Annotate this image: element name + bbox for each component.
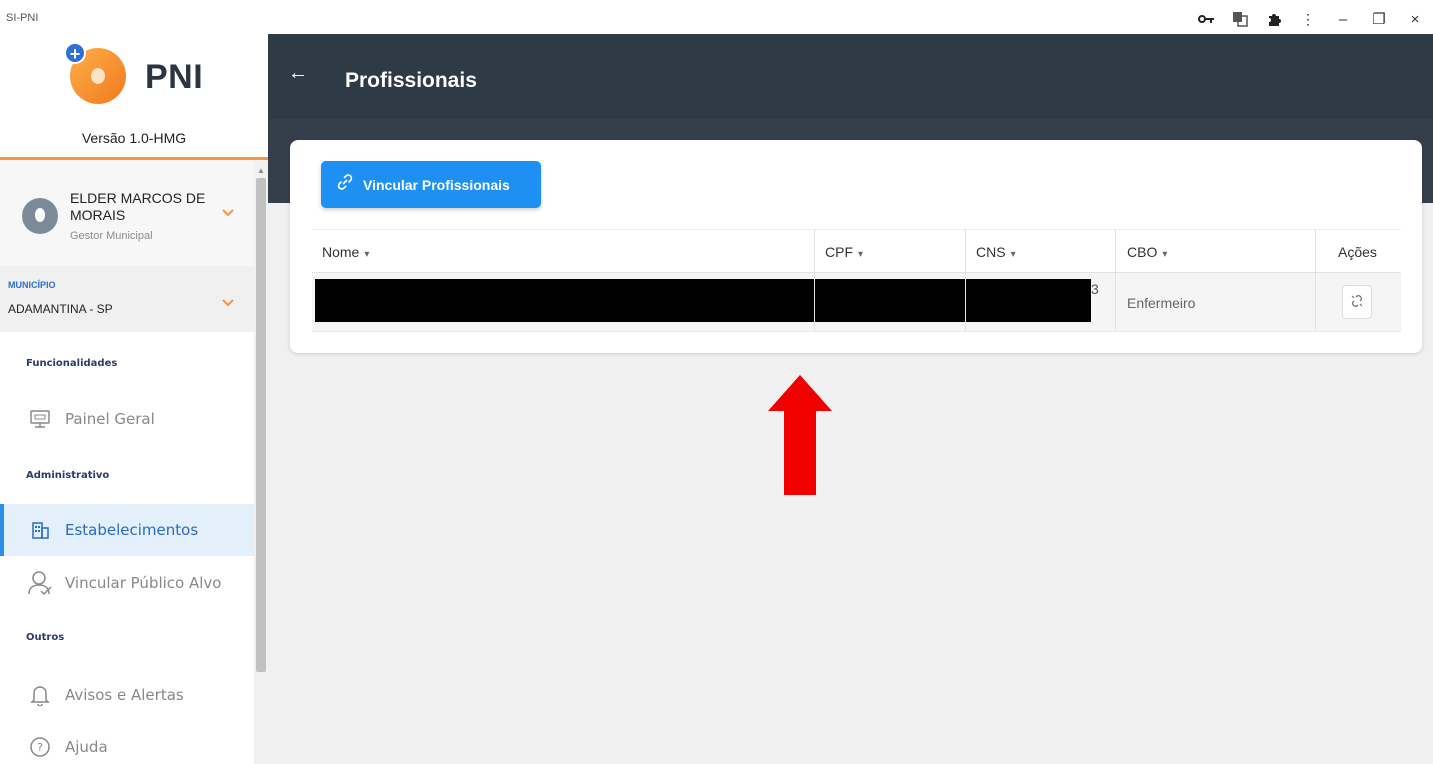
key-icon[interactable] bbox=[1189, 7, 1223, 31]
section-funcionalidades: Funcionalidades bbox=[26, 358, 118, 369]
avatar bbox=[22, 198, 58, 234]
sidebar-item-label: Ajuda bbox=[65, 738, 108, 756]
window-titlebar: SI-PNI ⋮ – ❐ × bbox=[0, 0, 1433, 34]
sidebar-item-label: Vincular Público Alvo bbox=[65, 574, 222, 592]
chevron-down-icon[interactable] bbox=[222, 294, 234, 310]
column-header-cns[interactable]: CNS ▾ bbox=[976, 244, 1016, 260]
button-label: Vincular Profissionais bbox=[363, 176, 510, 193]
column-header-nome[interactable]: Nome ▾ bbox=[322, 244, 369, 260]
chevron-down-icon[interactable] bbox=[222, 204, 234, 220]
column-divider bbox=[965, 229, 966, 332]
logo-area: + PNI Versão 1.0-HMG bbox=[0, 34, 268, 160]
building-icon bbox=[27, 517, 53, 543]
sidebar-item-ajuda[interactable]: ? Ajuda bbox=[0, 722, 254, 764]
sort-icon: ▾ bbox=[1162, 249, 1168, 260]
monitor-icon bbox=[27, 406, 53, 432]
column-divider bbox=[814, 229, 815, 332]
municipio-label: MUNICÍPIO bbox=[8, 280, 56, 290]
sidebar-item-label: Painel Geral bbox=[65, 410, 155, 428]
user-name: ELDER MARCOS DE MORAIS bbox=[70, 190, 206, 223]
vincular-profissionais-button[interactable]: Vincular Profissionais bbox=[321, 161, 541, 208]
user-role: Gestor Municipal bbox=[70, 230, 153, 242]
unlink-button[interactable] bbox=[1342, 285, 1372, 319]
unlink-icon bbox=[1350, 294, 1364, 311]
column-header-cpf[interactable]: CPF ▾ bbox=[825, 244, 863, 260]
sidebar-item-estabelecimentos[interactable]: Estabelecimentos bbox=[0, 504, 254, 556]
cns-fragment: 3 bbox=[1091, 281, 1099, 297]
user-menu[interactable]: ELDER MARCOS DE MORAIS Gestor Municipal bbox=[0, 160, 254, 266]
window-title: SI-PNI bbox=[6, 12, 39, 24]
column-divider bbox=[1315, 229, 1316, 332]
plus-badge-icon: + bbox=[64, 42, 86, 64]
sort-icon: ▾ bbox=[858, 249, 864, 260]
table-row: 3 Enfermeiro bbox=[312, 273, 1401, 332]
bell-icon bbox=[27, 682, 53, 708]
municipio-selector[interactable]: MUNICÍPIO ADAMANTINA - SP bbox=[0, 266, 254, 332]
sidebar: + PNI Versão 1.0-HMG ▲ ELDER MARCOS DE M… bbox=[0, 34, 268, 764]
profissionais-table: Nome ▾ CPF ▾ CNS ▾ CBO ▾ Ações 3 Enfermeiro bbox=[312, 229, 1401, 332]
sidebar-item-vincular-publico-alvo[interactable]: Vincular Público Alvo bbox=[0, 558, 254, 608]
page-header: ← Profissionais bbox=[268, 34, 1433, 119]
extensions-icon[interactable] bbox=[1257, 7, 1291, 31]
restore-button[interactable]: ❐ bbox=[1361, 7, 1397, 31]
section-outros: Outros bbox=[26, 632, 65, 643]
logo-text: PNI bbox=[145, 58, 204, 96]
table-header: Nome ▾ CPF ▾ CNS ▾ CBO ▾ Ações bbox=[312, 229, 1401, 273]
user-check-icon bbox=[27, 570, 53, 596]
sidebar-item-label: Estabelecimentos bbox=[65, 521, 199, 539]
svg-text:?: ? bbox=[37, 741, 43, 754]
column-header-cbo[interactable]: CBO ▾ bbox=[1127, 244, 1167, 260]
sidebar-item-avisos-alertas[interactable]: Avisos e Alertas bbox=[0, 670, 254, 720]
column-divider bbox=[1115, 229, 1116, 332]
page-title: Profissionais bbox=[345, 69, 477, 92]
sort-icon: ▾ bbox=[1010, 249, 1016, 260]
scroll-up-icon[interactable]: ▲ bbox=[257, 166, 265, 175]
translate-icon[interactable] bbox=[1223, 7, 1257, 31]
close-button[interactable]: × bbox=[1397, 7, 1433, 31]
window-toolbar: ⋮ – ❐ × bbox=[1189, 6, 1433, 32]
more-vert-icon[interactable]: ⋮ bbox=[1291, 7, 1325, 31]
redacted-block bbox=[315, 279, 1091, 322]
scroll-thumb[interactable] bbox=[256, 178, 266, 672]
municipio-value: ADAMANTINA - SP bbox=[8, 302, 113, 316]
sort-icon: ▾ bbox=[364, 249, 370, 260]
sidebar-item-label: Avisos e Alertas bbox=[65, 686, 184, 704]
back-arrow-icon[interactable]: ← bbox=[288, 62, 308, 85]
sidebar-scrollbar[interactable]: ▲ bbox=[254, 160, 268, 764]
annotation-arrow-icon bbox=[768, 375, 832, 495]
column-header-acoes: Ações bbox=[1338, 244, 1377, 260]
link-icon bbox=[335, 172, 355, 197]
section-administrativo: Administrativo bbox=[26, 470, 110, 481]
help-icon: ? bbox=[27, 734, 53, 760]
profissionais-card: Vincular Profissionais Nome ▾ CPF ▾ CNS ▾ C… bbox=[290, 140, 1422, 353]
sidebar-item-painel-geral[interactable]: Painel Geral bbox=[0, 394, 254, 444]
cbo-cell: Enfermeiro bbox=[1127, 295, 1196, 311]
minimize-button[interactable]: – bbox=[1325, 7, 1361, 31]
version-label: Versão 1.0-HMG bbox=[81, 130, 187, 146]
